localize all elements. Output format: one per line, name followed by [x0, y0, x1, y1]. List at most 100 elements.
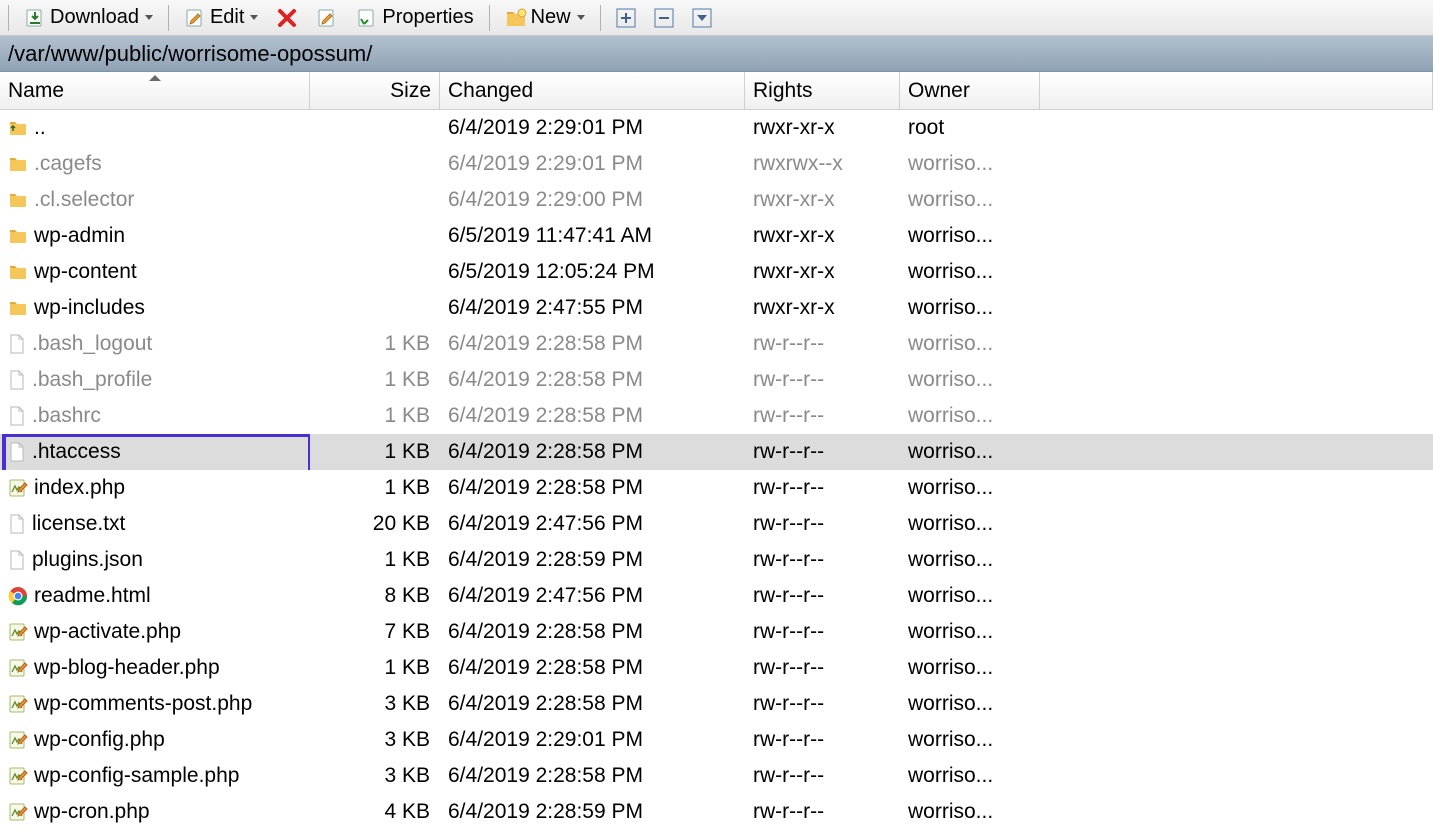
cell-changed: 6/5/2019 12:05:24 PM	[440, 254, 745, 290]
cell-name[interactable]: wp-includes	[0, 290, 310, 326]
cell-size	[310, 290, 440, 326]
cell-name[interactable]: readme.html	[0, 578, 310, 614]
new-button[interactable]: New	[498, 3, 592, 32]
cell-name[interactable]: wp-blog-header.php	[0, 650, 310, 686]
column-header-rights[interactable]: Rights	[745, 72, 900, 110]
folder-icon	[8, 263, 28, 281]
delete-button[interactable]	[269, 4, 305, 32]
cell-changed: 6/4/2019 2:28:58 PM	[440, 614, 745, 650]
filter-button[interactable]	[685, 5, 719, 31]
file-name: wp-config.php	[34, 728, 165, 752]
column-header-name[interactable]: Name	[0, 72, 310, 110]
cell-size: 1 KB	[310, 650, 440, 686]
cell-name[interactable]: wp-content	[0, 254, 310, 290]
folder-icon	[8, 227, 28, 245]
cell-changed: 6/4/2019 2:28:58 PM	[440, 434, 745, 470]
cell-name[interactable]: .bash_profile	[0, 362, 310, 398]
cell-spacer	[1040, 650, 1433, 686]
cell-size: 1 KB	[310, 434, 440, 470]
properties-button[interactable]: Properties	[349, 3, 480, 32]
download-button[interactable]: Download	[17, 3, 160, 32]
file-icon	[8, 406, 26, 426]
cell-name[interactable]: wp-comments-post.php	[0, 686, 310, 722]
cell-rights: rw-r--r--	[745, 506, 900, 542]
cell-name[interactable]: index.php	[0, 470, 310, 506]
expand-button[interactable]	[609, 5, 643, 31]
cell-rights: rw-r--r--	[745, 650, 900, 686]
cell-owner: worriso...	[900, 290, 1040, 326]
cell-spacer	[1040, 542, 1433, 578]
cell-owner: worriso...	[900, 398, 1040, 434]
cell-changed: 6/4/2019 2:47:56 PM	[440, 578, 745, 614]
cell-name[interactable]: wp-config-sample.php	[0, 758, 310, 794]
path-bar[interactable]: /var/www/public/worrisome-opossum/	[0, 36, 1433, 72]
file-name: .cl.selector	[34, 188, 134, 212]
cell-rights: rw-r--r--	[745, 794, 900, 830]
cell-rights: rw-r--r--	[745, 326, 900, 362]
edit-file-icon	[316, 7, 338, 29]
cell-size	[310, 146, 440, 182]
cell-name[interactable]: wp-config.php	[0, 722, 310, 758]
cell-spacer	[1040, 254, 1433, 290]
cell-size: 3 KB	[310, 722, 440, 758]
column-header-changed[interactable]: Changed	[440, 72, 745, 110]
cell-name[interactable]: license.txt	[0, 506, 310, 542]
collapse-button[interactable]	[647, 5, 681, 31]
cell-name[interactable]: plugins.json	[0, 542, 310, 578]
php-icon	[8, 802, 28, 822]
file-grid: Name Size Changed Rights Owner .. 6/4/201…	[0, 72, 1433, 830]
php-icon	[8, 622, 28, 642]
file-name: ..	[34, 116, 46, 140]
file-name: wp-activate.php	[34, 620, 181, 644]
cell-name[interactable]: wp-activate.php	[0, 614, 310, 650]
cell-spacer	[1040, 290, 1433, 326]
column-header-owner[interactable]: Owner	[900, 72, 1040, 110]
cell-owner: worriso...	[900, 758, 1040, 794]
cell-name[interactable]: .bash_logout	[0, 326, 310, 362]
cell-spacer	[1040, 362, 1433, 398]
edit-button[interactable]: Edit	[177, 3, 265, 32]
cell-changed: 6/4/2019 2:28:58 PM	[440, 398, 745, 434]
cell-name[interactable]: .htaccess	[0, 434, 310, 470]
column-header-size[interactable]: Size	[310, 72, 440, 110]
cell-size: 3 KB	[310, 758, 440, 794]
cell-spacer	[1040, 110, 1433, 146]
file-name: wp-config-sample.php	[34, 764, 239, 788]
file-name: plugins.json	[32, 548, 143, 572]
cell-changed: 6/4/2019 2:47:56 PM	[440, 506, 745, 542]
cell-owner: worriso...	[900, 578, 1040, 614]
cell-size: 4 KB	[310, 794, 440, 830]
cell-size: 1 KB	[310, 326, 440, 362]
cell-owner: worriso...	[900, 254, 1040, 290]
new-label: New	[531, 6, 571, 29]
cell-name[interactable]: .cl.selector	[0, 182, 310, 218]
cell-name[interactable]: wp-admin	[0, 218, 310, 254]
cell-size: 1 KB	[310, 542, 440, 578]
edit-file-button[interactable]	[309, 4, 345, 32]
cell-spacer	[1040, 686, 1433, 722]
cell-name[interactable]: ..	[0, 110, 310, 146]
cell-size	[310, 218, 440, 254]
cell-name[interactable]: .bashrc	[0, 398, 310, 434]
cell-rights: rw-r--r--	[745, 542, 900, 578]
cell-rights: rwxrwx--x	[745, 146, 900, 182]
file-name: wp-blog-header.php	[34, 656, 220, 680]
cell-spacer	[1040, 578, 1433, 614]
cell-owner: worriso...	[900, 506, 1040, 542]
cell-name[interactable]: .cagefs	[0, 146, 310, 182]
edit-icon	[184, 7, 206, 29]
cell-changed: 6/4/2019 2:28:58 PM	[440, 650, 745, 686]
cell-name[interactable]: wp-cron.php	[0, 794, 310, 830]
cell-owner: worriso...	[900, 470, 1040, 506]
cell-spacer	[1040, 398, 1433, 434]
cell-size: 1 KB	[310, 470, 440, 506]
cell-owner: worriso...	[900, 218, 1040, 254]
cell-spacer	[1040, 758, 1433, 794]
file-name: .bash_logout	[32, 332, 152, 356]
cell-owner: worriso...	[900, 326, 1040, 362]
cell-spacer	[1040, 182, 1433, 218]
cell-changed: 6/4/2019 2:29:00 PM	[440, 182, 745, 218]
php-icon	[8, 478, 28, 498]
file-name: .bash_profile	[32, 368, 152, 392]
cell-rights: rw-r--r--	[745, 758, 900, 794]
